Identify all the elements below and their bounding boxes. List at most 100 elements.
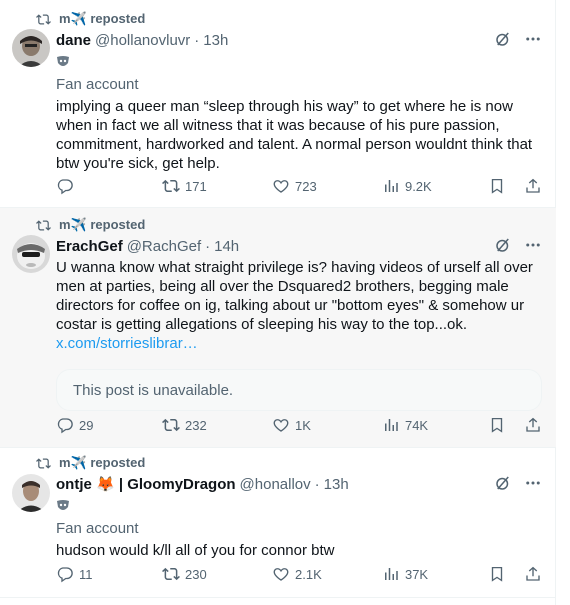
grok-icon[interactable] (494, 236, 512, 254)
post-text: U wanna know what straight privilege is?… (56, 259, 533, 333)
avatar[interactable] (12, 235, 50, 273)
like-icon (273, 419, 289, 432)
post-body: dane @hollanovluvr · 13h Fan account imp… (56, 30, 542, 173)
quote-unavailable-card: This post is unavailable. (56, 369, 542, 411)
more-icon[interactable] (524, 30, 542, 48)
more-icon[interactable] (524, 474, 542, 492)
fan-account-label: Fan account (56, 520, 139, 537)
reply-icon (57, 179, 73, 195)
repost-icon (36, 457, 51, 469)
share-button[interactable] (524, 416, 542, 434)
post-time[interactable]: 13h (203, 32, 228, 49)
like-icon (273, 180, 289, 193)
post-link[interactable]: x.com/storrieslibrar… (56, 334, 542, 353)
reply-icon (57, 567, 73, 583)
separator-dot: · (314, 475, 320, 493)
reply-count: 11 (79, 566, 93, 582)
separator-dot: · (194, 31, 200, 49)
reply-button[interactable]: 29 (56, 416, 162, 434)
post-time[interactable]: 13h (324, 476, 349, 493)
post-actions: 29 232 1K 74K (56, 415, 542, 435)
author-handle[interactable]: @honallov (240, 476, 311, 493)
share-icon (526, 178, 540, 193)
like-button[interactable]: 723 (272, 177, 382, 195)
repost-button[interactable]: 232 (162, 416, 272, 434)
share-icon (526, 417, 540, 432)
post-text: hudson would k/ll all of you for connor … (56, 542, 335, 559)
avatar[interactable] (12, 29, 50, 67)
views-icon (384, 180, 398, 192)
reply-count: 29 (79, 417, 94, 433)
like-button[interactable]: 2.1K (272, 565, 382, 583)
repost-indicator: m✈️ reposted (36, 11, 145, 27)
repost-count: 230 (185, 566, 207, 582)
views-icon (384, 568, 398, 580)
reply-icon (57, 418, 73, 434)
bookmark-icon (491, 417, 503, 433)
mask-badge-icon (57, 56, 69, 66)
author-name[interactable]: dane (56, 32, 91, 49)
repost-indicator: m✈️ reposted (36, 455, 145, 471)
bookmark-button[interactable] (488, 416, 506, 434)
header-icons (494, 474, 542, 492)
repost-button[interactable]: 230 (162, 565, 272, 583)
like-count: 1K (295, 417, 311, 433)
post-header: ErachGef @RachGef · 14h (56, 236, 542, 256)
like-count: 2.1K (295, 566, 322, 582)
post-actions: 171 723 9.2K (56, 176, 542, 196)
grok-icon[interactable] (494, 30, 512, 48)
repost-count: 232 (185, 417, 207, 433)
like-icon (273, 568, 289, 581)
author-handle[interactable]: @hollanovluvr (95, 32, 190, 49)
repost-button[interactable]: 171 (162, 177, 272, 195)
post-2[interactable]: m✈️ reposted ErachGef @RachGef · 14h U w… (0, 208, 556, 448)
post-body: ontje 🦊 | GloomyDragon @honallov · 13h F… (56, 474, 542, 560)
post-3[interactable]: m✈️ reposted ontje 🦊 | GloomyDragon @hon… (0, 448, 556, 598)
fan-account-label: Fan account (56, 76, 139, 93)
timeline-feed: m✈️ reposted dane @hollanovluvr · 13h Fa… (0, 0, 556, 605)
repost-icon (36, 13, 51, 25)
repost-icon (162, 179, 180, 193)
view-count: 37K (404, 566, 429, 582)
reply-button[interactable] (56, 177, 162, 195)
share-icon (526, 566, 540, 581)
post-header: dane @hollanovluvr · 13h (56, 30, 542, 50)
bookmark-button[interactable] (488, 565, 506, 583)
views-button[interactable]: 37K (382, 565, 488, 583)
author-name[interactable]: ontje 🦊 | GloomyDragon (56, 475, 236, 493)
repost-indicator: m✈️ reposted (36, 217, 145, 233)
share-button[interactable] (524, 565, 542, 583)
post-time[interactable]: 14h (214, 238, 239, 255)
avatar[interactable] (12, 474, 50, 512)
header-icons (494, 236, 542, 254)
mask-badge-icon (57, 500, 69, 510)
repost-icon (36, 219, 51, 231)
like-count: 723 (295, 178, 317, 194)
repost-count: 171 (185, 178, 207, 194)
repost-icon (162, 567, 180, 581)
reply-button[interactable]: 11 (56, 565, 162, 583)
author-name[interactable]: ErachGef (56, 238, 123, 255)
repost-label[interactable]: m✈️ reposted (59, 455, 145, 471)
post-1[interactable]: m✈️ reposted dane @hollanovluvr · 13h Fa… (0, 0, 556, 208)
post-actions: 11 230 2.1K 37K (56, 564, 542, 584)
views-icon (384, 419, 398, 431)
share-button[interactable] (524, 177, 542, 195)
views-button[interactable]: 74K (382, 416, 488, 434)
repost-label[interactable]: m✈️ reposted (59, 11, 145, 27)
header-icons (494, 30, 542, 48)
author-handle[interactable]: @RachGef (127, 238, 201, 255)
bookmark-icon (491, 178, 503, 194)
bookmark-icon (491, 566, 503, 582)
repost-label[interactable]: m✈️ reposted (59, 217, 145, 233)
post-text: implying a queer man “sleep through his … (56, 98, 533, 172)
post-header: ontje 🦊 | GloomyDragon @honallov · 13h (56, 474, 542, 494)
repost-icon (162, 418, 180, 432)
separator-dot: · (205, 237, 211, 255)
more-icon[interactable] (524, 236, 542, 254)
grok-icon[interactable] (494, 474, 512, 492)
views-button[interactable]: 9.2K (382, 177, 488, 195)
bookmark-button[interactable] (488, 177, 506, 195)
like-button[interactable]: 1K (272, 416, 382, 434)
post-body: ErachGef @RachGef · 14h U wanna know wha… (56, 236, 542, 411)
